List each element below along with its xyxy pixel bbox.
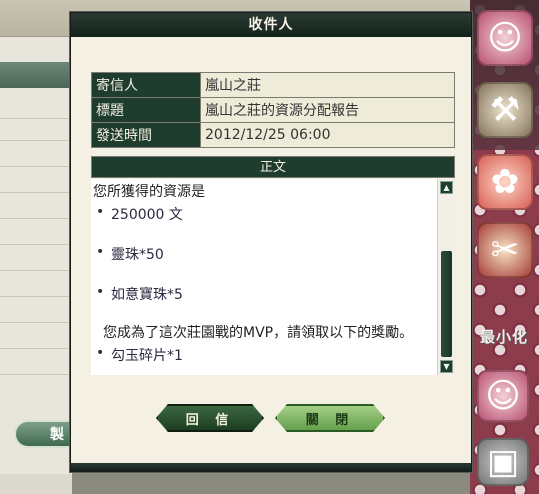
character-portrait-icon[interactable]: ☺ [477,370,529,422]
background-row-divider [0,192,72,193]
background-craft-button[interactable]: 製 [14,420,72,448]
background-row-divider [0,374,72,375]
mvp-line: 您成為了這次莊園戰的MVP，請領取以下的獎勵。 [103,325,414,341]
sent-time-row: 發送時間 2012/12/25 06:00 [91,122,455,148]
gift-bag-icon[interactable]: ✿ [477,154,533,210]
hammer-icon[interactable]: ⚒ [477,82,533,138]
scrollbar-thumb[interactable] [441,251,452,357]
mail-dialog: 收件人 寄信人 嵐山之莊 標題 嵐山之莊的資源分配報告 發送時間 2012/12… [70,12,472,472]
background-row-divider [0,118,72,119]
minimize-label[interactable]: 最小化 [478,326,530,347]
body-header: 正文 [91,156,455,178]
background-row-divider [0,296,72,297]
dialog-title: 收件人 [71,13,471,37]
dialog-bottom-bar [71,463,471,471]
subject-row: 標題 嵐山之莊的資源分配報告 [91,97,455,123]
body-intro: 您所獲得的資源是 [93,184,205,200]
background-row-divider [0,166,72,167]
background-craft-button-label: 製 [50,427,64,443]
background-row-divider [0,140,72,141]
resource-item: 如意寶珠*5 [96,284,183,304]
background-row-divider [0,322,72,323]
reply-button[interactable]: 回 信 [156,404,264,432]
arrow-down-icon[interactable]: ▼ [440,360,453,373]
mail-body[interactable]: 您所獲得的資源是 250000 文 靈珠*50 如意寶珠*5 您成為了這次莊園戰… [91,179,437,375]
body-scrollbar[interactable]: ▲ ▼ [437,179,456,375]
sender-label: 寄信人 [91,72,201,98]
background-row-divider [0,244,72,245]
background-row-divider [0,348,72,349]
background-row-divider [0,270,72,271]
sender-value: 嵐山之莊 [200,72,455,98]
character-portrait-icon[interactable]: ☺ [477,10,533,66]
mail-info-table: 寄信人 嵐山之莊 標題 嵐山之莊的資源分配報告 發送時間 2012/12/25 … [91,72,455,148]
chest-icon[interactable]: ▣ [477,438,529,486]
sent-time-value: 2012/12/25 06:00 [200,122,455,148]
resource-item: 250000 文 [96,204,183,224]
arrow-up-icon[interactable]: ▲ [440,181,453,194]
subject-label: 標題 [91,97,201,123]
reward-item: 勾玉碎片*1 [96,345,183,365]
background-row-divider [0,218,72,219]
crafting-icon[interactable]: ✂ [477,222,533,278]
background-bottom-strip [0,474,72,494]
sent-time-label: 發送時間 [91,122,201,148]
background-panel-header [0,62,72,88]
resource-item: 靈珠*50 [96,244,164,264]
sender-row: 寄信人 嵐山之莊 [91,72,455,98]
subject-value: 嵐山之莊的資源分配報告 [200,97,455,123]
close-button[interactable]: 關 閉 [275,404,385,432]
